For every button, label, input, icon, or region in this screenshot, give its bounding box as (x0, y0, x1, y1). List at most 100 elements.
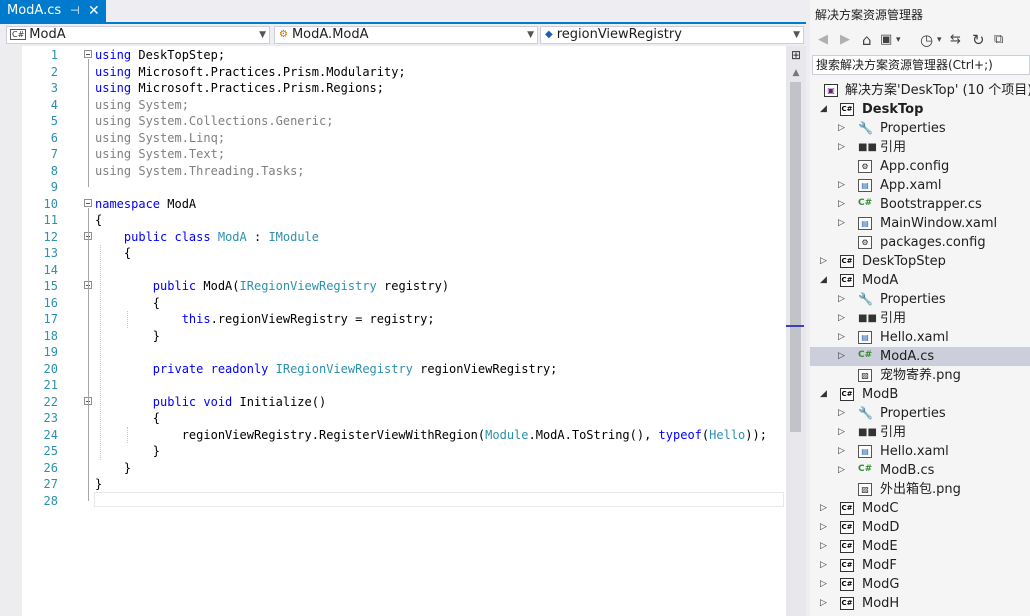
tree-item[interactable]: ▷ ▤ MainWindow.xaml (810, 214, 1030, 233)
expand-arrow-icon[interactable]: ▷ (838, 461, 845, 480)
solution-search-input[interactable]: 搜索解决方案资源管理器(Ctrl+;) (812, 55, 1030, 75)
expand-arrow-icon[interactable]: ▷ (838, 290, 845, 309)
expand-arrow-icon[interactable]: ▷ (838, 195, 845, 214)
code-line[interactable]: 6 using System.Linq; (22, 130, 786, 147)
code-line[interactable]: 9 (22, 179, 786, 196)
member-dropdown[interactable]: ◆ regionViewRegistry ▼ (540, 26, 804, 44)
expand-arrow-icon[interactable]: ▷ (838, 347, 845, 366)
project-dropdown[interactable]: C# ModA ▼ (6, 26, 270, 44)
tree-item[interactable]: ▷ 🔧 Properties (810, 290, 1030, 309)
code-line[interactable]: 21 (22, 377, 786, 394)
tab-moda-cs[interactable]: ModA.cs ⊣ ✕ (0, 0, 106, 22)
close-icon[interactable]: ✕ (88, 0, 100, 22)
code-line[interactable]: 2 using Microsoft.Practices.Prism.Modular… (22, 64, 786, 81)
tree-item[interactable]: ▨ 外出箱包.png (810, 480, 1030, 499)
tree-item[interactable]: ▨ 宠物寄养.png (810, 366, 1030, 385)
code-line[interactable]: 8 using System.Threading.Tasks; (22, 163, 786, 180)
collapse-outline-icon[interactable] (84, 198, 92, 207)
expand-arrow-icon[interactable]: ▷ (820, 575, 827, 594)
history-icon[interactable]: ◷ (920, 30, 933, 50)
code-text-area[interactable]: 1 using DeskTopStep; 2 using Microsoft.Prac… (0, 46, 786, 616)
collapse-arrow-icon[interactable]: ◢ (820, 271, 827, 290)
code-line[interactable]: 25 } (22, 443, 786, 460)
forward-icon[interactable]: ▶ (840, 30, 850, 50)
expand-arrow-icon[interactable]: ▷ (820, 252, 827, 271)
expand-arrow-icon[interactable]: ▷ (838, 138, 845, 157)
code-line[interactable]: 14 (22, 262, 786, 279)
tree-item[interactable]: ⚙ App.config (810, 157, 1030, 176)
tree-item[interactable]: ▷ ▤ App.xaml (810, 176, 1030, 195)
code-line[interactable]: 17 this.regionViewRegistry = registry; (22, 311, 786, 328)
tree-item[interactable]: ▷ C# ModG (810, 575, 1030, 594)
split-editor-icon[interactable]: ⊞ (788, 48, 804, 62)
scrollbar-thumb[interactable] (790, 82, 801, 432)
tree-item[interactable]: ◢ C# ModB (810, 385, 1030, 404)
expand-arrow-icon[interactable]: ▷ (820, 594, 827, 613)
expand-arrow-icon[interactable]: ▷ (838, 214, 845, 233)
code-line[interactable]: 12 public class ModA : IModule (22, 229, 786, 246)
tree-item[interactable]: ▷ ▤ Hello.xaml (810, 442, 1030, 461)
expand-arrow-icon[interactable]: ▷ (838, 176, 845, 195)
tree-item[interactable]: ▷ C# ModB.cs (810, 461, 1030, 480)
code-line[interactable]: 5 using System.Collections.Generic; (22, 113, 786, 130)
pin-icon[interactable]: ⊣ (70, 0, 80, 22)
back-icon[interactable]: ◀ (818, 30, 828, 50)
expand-arrow-icon[interactable]: ▷ (838, 119, 845, 138)
tree-item[interactable]: ▷ C# DeskTopStep (810, 252, 1030, 271)
code-line[interactable]: 7 using System.Text; (22, 146, 786, 163)
expand-arrow-icon[interactable]: ▷ (838, 328, 845, 347)
expand-arrow-icon[interactable]: ▷ (838, 309, 845, 328)
sync-icon[interactable]: ⇆ (950, 30, 961, 50)
collapse-outline-icon[interactable] (84, 50, 92, 58)
code-line[interactable]: 24 regionViewRegistry.RegisterViewWithRe… (22, 427, 786, 444)
code-line[interactable]: 18 } (22, 328, 786, 345)
tree-item[interactable]: ▷ ▤ Hello.xaml (810, 328, 1030, 347)
tree-item[interactable]: ▷ C# ModD (810, 518, 1030, 537)
expand-arrow-icon[interactable]: ▷ (820, 556, 827, 575)
expand-arrow-icon[interactable]: ▷ (820, 499, 827, 518)
code-line[interactable]: 22 public void Initialize() (22, 394, 786, 411)
refresh-icon[interactable]: ↻ (972, 30, 985, 50)
code-line[interactable]: 26 } (22, 460, 786, 477)
tree-item[interactable]: ▣ 解决方案'DeskTop' (10 个项目) (810, 81, 1030, 100)
code-line[interactable]: 15 public ModA(IRegionViewRegistry regis… (22, 278, 786, 295)
tree-item[interactable]: ▷ ■■ 引用 (810, 309, 1030, 328)
code-line[interactable]: 13 { (22, 245, 786, 262)
code-line[interactable]: 4 using System; (22, 97, 786, 114)
tree-item[interactable]: ▷ C# ModF (810, 556, 1030, 575)
tree-item[interactable]: ▷ C# ModA.cs (810, 347, 1030, 366)
code-line[interactable]: 19 (22, 344, 786, 361)
vertical-scrollbar[interactable]: ⊞ ▲ (786, 46, 806, 616)
expand-arrow-icon[interactable]: ▷ (838, 442, 845, 461)
code-line[interactable]: 10 namespace ModA (22, 196, 786, 213)
collapse-all-icon[interactable]: ⧉ (994, 30, 1003, 50)
code-line[interactable]: 11 { (22, 212, 786, 229)
expand-arrow-icon[interactable]: ▷ (820, 537, 827, 556)
chevron-down-icon[interactable]: ▾ (896, 30, 901, 50)
code-line[interactable]: 23 { (22, 410, 786, 427)
code-line[interactable]: 3 using Microsoft.Practices.Prism.Regions… (22, 80, 786, 97)
tree-item[interactable]: ⚙ packages.config (810, 233, 1030, 252)
scroll-up-arrow-icon[interactable]: ▲ (788, 66, 804, 80)
tree-item[interactable]: ▷ 🔧 Properties (810, 404, 1030, 423)
tree-item[interactable]: ▷ C# ModH (810, 594, 1030, 613)
collapse-arrow-icon[interactable]: ◢ (820, 100, 827, 119)
home-icon[interactable]: ⌂ (862, 30, 872, 50)
chevron-down-icon[interactable]: ▾ (937, 30, 942, 50)
expand-arrow-icon[interactable]: ▷ (838, 423, 845, 442)
tree-item[interactable]: ▷ ■■ 引用 (810, 138, 1030, 157)
type-dropdown[interactable]: ⚙ ModA.ModA ▼ (274, 26, 538, 44)
tree-item[interactable]: ▷ ■■ 引用 (810, 423, 1030, 442)
tree-item[interactable]: ▷ C# Bootstrapper.cs (810, 195, 1030, 214)
pending-changes-icon[interactable]: ▣ (880, 30, 892, 50)
expand-arrow-icon[interactable]: ▷ (820, 518, 827, 537)
tree-item[interactable]: ▷ C# ModC (810, 499, 1030, 518)
code-line[interactable]: 16 { (22, 295, 786, 312)
tree-item[interactable]: ▷ 🔧 Properties (810, 119, 1030, 138)
code-line[interactable]: 27} (22, 476, 786, 493)
expand-arrow-icon[interactable]: ▷ (838, 404, 845, 423)
code-line[interactable]: 1 using DeskTopStep; (22, 47, 786, 64)
tree-item[interactable]: ▷ C# ModE (810, 537, 1030, 556)
code-line[interactable]: 20 private readonly IRegionViewRegistry … (22, 361, 786, 378)
tree-item[interactable]: ◢ C# DeskTop (810, 100, 1030, 119)
